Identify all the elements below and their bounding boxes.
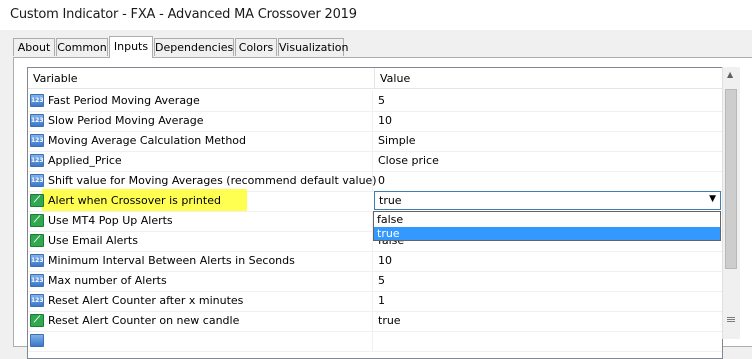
- table-row-selected[interactable]: ⟋ Alert when Crossover is printed true ▼: [28, 189, 722, 212]
- tab-visualization[interactable]: Visualization: [278, 38, 348, 56]
- table-row[interactable]: 123 Fast Period Moving Average 5: [28, 91, 722, 112]
- tab-common[interactable]: Common: [56, 38, 108, 56]
- number-icon: 123: [30, 254, 44, 267]
- variable-value[interactable]: 10: [378, 114, 392, 127]
- title-bar: Custom Indicator - FXA - Advanced MA Cro…: [0, 0, 752, 30]
- number-icon: [30, 334, 44, 347]
- number-icon: 123: [30, 134, 44, 147]
- tab-dependencies[interactable]: Dependencies: [154, 38, 234, 56]
- variable-name: Slow Period Moving Average: [48, 114, 204, 127]
- variable-value[interactable]: true: [378, 314, 401, 327]
- number-icon: 123: [30, 174, 44, 187]
- table-row[interactable]: 123 Moving Average Calculation Method Si…: [28, 131, 722, 152]
- variable-name: Minimum Interval Between Alerts in Secon…: [48, 254, 295, 267]
- variable-value[interactable]: 0: [378, 174, 385, 187]
- number-icon: 123: [30, 114, 44, 127]
- boolean-icon: ⟋: [30, 194, 44, 207]
- variable-name: Fast Period Moving Average: [48, 94, 200, 107]
- variable-name: Shift value for Moving Averages (recomme…: [48, 174, 377, 187]
- dropdown-option-true[interactable]: true: [374, 227, 720, 240]
- variable-name: Reset Alert Counter on new candle: [48, 314, 240, 327]
- scroll-thumb[interactable]: [725, 89, 737, 269]
- table-row[interactable]: 123 Applied_Price Close price: [28, 151, 722, 172]
- variable-name: Alert when Crossover is printed: [48, 194, 221, 207]
- scroll-up-icon[interactable]: ▲: [727, 70, 733, 79]
- variable-value[interactable]: 5: [378, 274, 385, 287]
- variable-name: Moving Average Calculation Method: [48, 134, 247, 147]
- table-row[interactable]: ⟋ Reset Alert Counter on new candle true: [28, 311, 722, 332]
- variable-name: Applied_Price: [48, 154, 122, 167]
- variable-name: Use MT4 Pop Up Alerts: [48, 214, 173, 227]
- tab-inputs[interactable]: Inputs: [109, 36, 153, 58]
- table-row-partial[interactable]: [28, 331, 722, 352]
- variable-name: Reset Alert Counter after x minutes: [48, 294, 244, 307]
- combobox-value: true: [379, 194, 402, 207]
- variable-value[interactable]: Simple: [378, 134, 416, 147]
- table-row[interactable]: 123 Slow Period Moving Average 10: [28, 111, 722, 132]
- table-row[interactable]: 123 Minimum Interval Between Alerts in S…: [28, 251, 722, 272]
- tab-about[interactable]: About: [13, 38, 55, 56]
- dropdown-option-false[interactable]: false: [374, 213, 720, 226]
- number-icon: 123: [30, 294, 44, 307]
- number-icon: 123: [30, 94, 44, 107]
- vertical-scrollbar[interactable]: ▲: [722, 67, 740, 339]
- column-header-variable[interactable]: Variable: [28, 68, 374, 89]
- table-row[interactable]: 123 Reset Alert Counter after x minutes …: [28, 291, 722, 312]
- window-title: Custom Indicator - FXA - Advanced MA Cro…: [10, 7, 357, 22]
- variable-value[interactable]: 5: [378, 94, 385, 107]
- dropdown-arrow-icon[interactable]: ▼: [709, 194, 716, 204]
- column-header-value[interactable]: Value: [374, 68, 722, 89]
- boolean-icon: ⟋: [30, 314, 44, 327]
- number-icon: 123: [30, 154, 44, 167]
- variable-value[interactable]: 10: [378, 254, 392, 267]
- variable-name: Use Email Alerts: [48, 234, 138, 247]
- variable-name: Max number of Alerts: [48, 274, 167, 287]
- tab-colors[interactable]: Colors: [235, 38, 277, 56]
- boolean-icon: ⟋: [30, 214, 44, 227]
- boolean-icon: ⟋: [30, 234, 44, 247]
- table-row[interactable]: 123 Max number of Alerts 5: [28, 271, 722, 292]
- variable-value[interactable]: Close price: [378, 154, 439, 167]
- scroll-grip-icon: [727, 317, 735, 318]
- value-combobox[interactable]: true ▼: [374, 191, 721, 210]
- value-dropdown-list: false true: [373, 211, 721, 241]
- number-icon: 123: [30, 274, 44, 287]
- variable-value[interactable]: 1: [378, 294, 385, 307]
